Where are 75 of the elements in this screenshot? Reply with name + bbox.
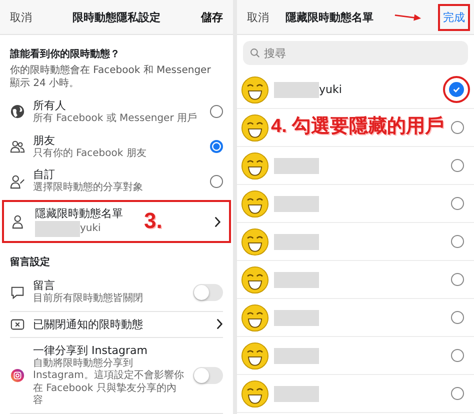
audience-option[interactable]: 自訂 選擇限時動態的分享對象 bbox=[0, 164, 233, 198]
speech-bubble-icon bbox=[10, 284, 25, 300]
select-checkbox[interactable] bbox=[451, 387, 464, 400]
x-box-icon bbox=[10, 316, 25, 332]
search-field[interactable]: 搜尋 bbox=[243, 41, 468, 65]
redaction-block bbox=[274, 234, 319, 250]
toggle-switch[interactable] bbox=[193, 284, 223, 301]
select-checkbox[interactable] bbox=[451, 349, 464, 362]
select-checkbox[interactable] bbox=[451, 311, 464, 324]
smiley-avatar-icon bbox=[241, 304, 269, 332]
setting-row[interactable]: 已關閉通知的限時動態 bbox=[10, 312, 223, 338]
search-icon bbox=[250, 48, 260, 58]
setting-title: 留言 bbox=[33, 278, 55, 292]
option-title: 所有人 bbox=[33, 98, 66, 112]
audience-option[interactable]: 所有人 所有 Facebook 或 Messenger 用戶 bbox=[0, 94, 233, 129]
option-subtitle: 選擇限時動態的分享對象 bbox=[33, 182, 143, 195]
setting-title: 已關閉通知的限時動態 bbox=[33, 316, 143, 332]
setting-title: 一律分享到 Instagram bbox=[33, 342, 148, 358]
screen-title: 限時動態隱私設定 bbox=[72, 10, 160, 24]
chevron-icon bbox=[214, 216, 221, 228]
smiley-avatar-icon bbox=[241, 76, 269, 104]
row-title: 隱藏限時動態名單 bbox=[35, 206, 123, 222]
select-checkbox[interactable] bbox=[451, 273, 464, 286]
cancel-button[interactable]: 取消 bbox=[10, 10, 32, 24]
redaction-block bbox=[274, 158, 319, 174]
globe-icon bbox=[10, 104, 25, 119]
done-button[interactable]: 完成 bbox=[438, 4, 470, 30]
person-name: yuki bbox=[319, 83, 342, 96]
setting-row[interactable]: 一律分享到 Instagram 自動將限時動態分享到 Instagram。這項設定不會影響你在 Facebook 只與摯友分享的內容 bbox=[10, 338, 223, 414]
cancel-button[interactable]: 取消 bbox=[247, 10, 269, 24]
chevron-icon bbox=[216, 318, 223, 330]
redaction-block bbox=[274, 272, 319, 288]
step-annotation: 3. bbox=[144, 208, 162, 234]
option-subtitle: 所有 Facebook 或 Messenger 用戶 bbox=[33, 112, 198, 126]
option-subtitle: 只有你的 Facebook 朋友 bbox=[33, 148, 146, 160]
screen-title: 隱藏限時動態名單 bbox=[285, 10, 374, 24]
setting-row[interactable]: 留言 目前所有限時動態皆關閉 bbox=[10, 273, 223, 312]
smiley-avatar-icon bbox=[241, 190, 269, 218]
smiley-avatar-icon bbox=[241, 152, 269, 180]
redaction-block bbox=[274, 386, 319, 402]
section-description: 你的限時動態會在 Facebook 和 Messenger 顯示 24 小時。 bbox=[10, 64, 212, 90]
redaction-block bbox=[274, 196, 319, 212]
smiley-avatar-icon bbox=[241, 342, 269, 370]
check-icon bbox=[452, 85, 461, 94]
section-heading: 誰能看到你的限時動態？ bbox=[10, 48, 121, 61]
person-row[interactable]: yuki bbox=[237, 71, 474, 109]
hidden-user-name: yuki bbox=[80, 223, 101, 236]
setting-subtitle: 自動將限時動態分享到 Instagram。這項設定不會影響你在 Facebook 只與摯友分享的內容 bbox=[33, 358, 185, 408]
person-gear-icon bbox=[10, 174, 25, 189]
redaction-block bbox=[274, 348, 319, 364]
select-checkbox[interactable] bbox=[451, 235, 464, 248]
select-checkbox[interactable] bbox=[451, 121, 464, 134]
arrow-icon bbox=[394, 12, 422, 22]
section-heading: 留言設定 bbox=[9, 255, 51, 270]
radio-button[interactable] bbox=[210, 140, 223, 153]
select-checkbox[interactable] bbox=[451, 159, 464, 172]
save-button[interactable]: 儲存 bbox=[201, 10, 223, 24]
option-title: 朋友 bbox=[33, 132, 55, 148]
redaction-block bbox=[35, 221, 80, 238]
redaction-block bbox=[274, 82, 319, 98]
toggle-switch[interactable] bbox=[193, 366, 223, 384]
hide-list-row[interactable]: 隱藏限時動態名單 yuki 3. bbox=[2, 200, 231, 244]
smiley-avatar-icon bbox=[241, 266, 269, 294]
smiley-avatar-icon bbox=[241, 228, 269, 256]
camera-logo-icon bbox=[10, 368, 25, 383]
option-title: 自訂 bbox=[33, 167, 55, 182]
setting-subtitle: 目前所有限時動態皆關閉 bbox=[33, 293, 143, 306]
smiley-avatar-icon bbox=[241, 380, 269, 408]
redaction-block bbox=[274, 310, 319, 326]
audience-option[interactable]: 朋友 只有你的 Facebook 朋友 bbox=[0, 128, 233, 164]
select-checkbox[interactable] bbox=[451, 197, 464, 210]
people-icon bbox=[10, 138, 25, 154]
smiley-avatar-icon bbox=[241, 114, 269, 142]
radio-button[interactable] bbox=[210, 104, 223, 118]
radio-button[interactable] bbox=[210, 174, 223, 188]
